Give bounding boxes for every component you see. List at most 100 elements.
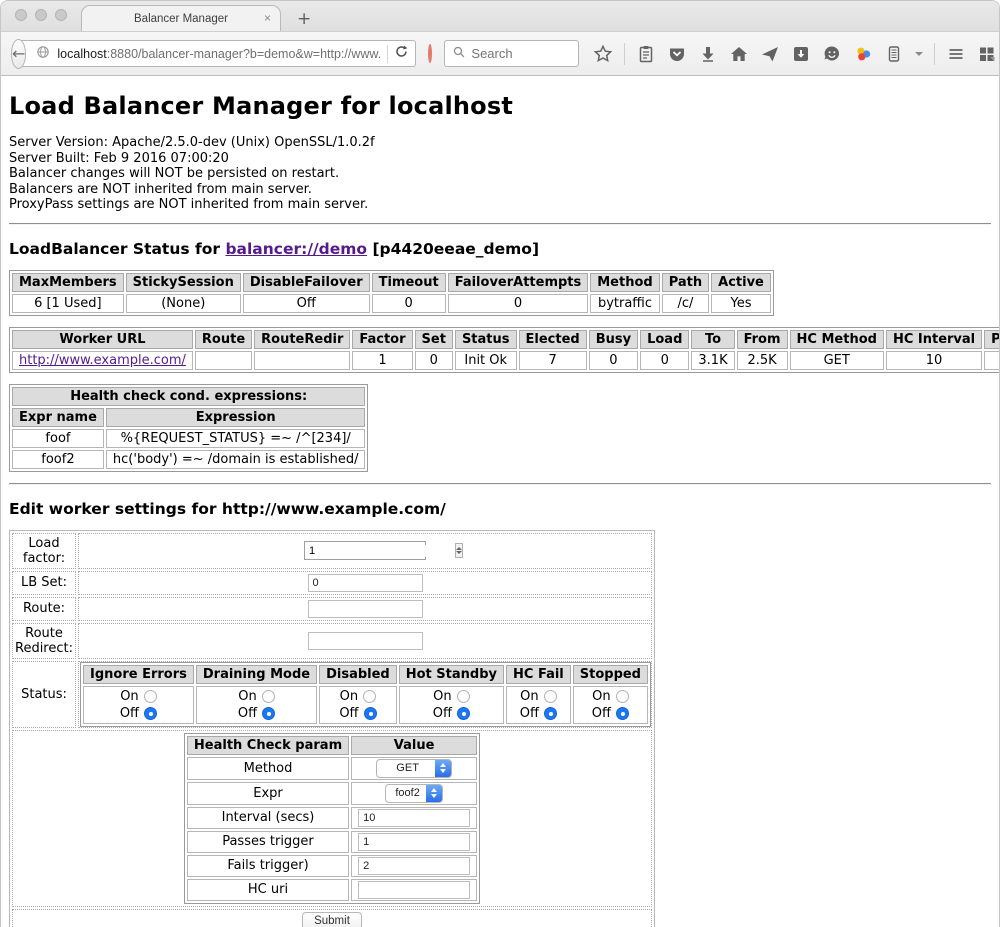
balancer-demo-link[interactable]: balancer://demo	[225, 240, 367, 258]
status-table: Ignore Errors Draining Mode Disabled Hot…	[80, 662, 651, 727]
health-check-cell: Health Check param Value Method GET Expr	[12, 730, 652, 907]
window-minimize-button[interactable]	[35, 9, 47, 21]
col-header: Method	[590, 273, 659, 292]
select-stepper-icon	[435, 760, 451, 777]
load-factor-input[interactable]	[305, 545, 455, 557]
hc-expr-cell: foof2	[351, 782, 477, 805]
send-icon[interactable]	[760, 44, 780, 64]
bookmark-star-icon[interactable]	[593, 44, 613, 64]
health-check-param-table: Health Check param Value Method GET Expr	[184, 733, 480, 904]
col-header: Route	[195, 330, 252, 349]
heading-prefix: LoadBalancer Status for	[9, 240, 225, 258]
submit-button[interactable]: Submit	[302, 912, 362, 927]
colors-extension-icon[interactable]	[853, 44, 873, 64]
radio-label: On	[520, 689, 538, 704]
back-button[interactable]: ←	[11, 39, 26, 69]
status-stopped: On Off	[573, 686, 648, 724]
url-divider	[387, 45, 388, 63]
url-bar[interactable]: localhost:8880/balancer-manager?b=demo&w…	[14, 40, 416, 67]
radio-on[interactable]	[457, 690, 470, 703]
radio-on[interactable]	[363, 690, 376, 703]
worker-url-link[interactable]: http://www.example.com/	[19, 353, 186, 368]
forum-smiley-icon[interactable]	[822, 44, 842, 64]
radio-off[interactable]	[262, 707, 275, 720]
selected-value: GET	[385, 762, 435, 774]
col-header: Load	[640, 330, 689, 349]
downloads-icon[interactable]	[698, 44, 718, 64]
status-radio-row: On Off On Off On Off	[83, 686, 648, 724]
col-header: To	[691, 330, 734, 349]
tiles-extension-icon[interactable]	[977, 44, 997, 64]
route-redirect-label: Route Redirect:	[12, 623, 76, 659]
col-header: Active	[711, 273, 771, 292]
hc-method-cell: GET	[351, 757, 477, 780]
hc-fails-cell	[351, 855, 477, 877]
plugin-blocked-icon[interactable]	[428, 44, 432, 63]
hc-interval-input[interactable]	[358, 809, 470, 827]
col-header: MaxMembers	[12, 273, 124, 292]
cell: 7	[519, 351, 587, 370]
col-header: RouteRedir	[254, 330, 350, 349]
table-row: 6 [1 Used] (None) Off 0 0 bytraffic /c/ …	[12, 294, 771, 313]
chevron-down-icon[interactable]	[915, 52, 923, 56]
radio-off[interactable]	[616, 707, 629, 720]
cell: GET	[790, 351, 884, 370]
hc-uri-input[interactable]	[358, 881, 470, 899]
col-header: Draining Mode	[196, 665, 317, 684]
radio-off[interactable]	[364, 707, 377, 720]
radio-label: Off	[120, 706, 139, 721]
search-input[interactable]	[471, 46, 571, 61]
tab-close-icon[interactable]: ×	[264, 11, 271, 25]
radio-label: Off	[433, 706, 452, 721]
divider	[9, 483, 991, 485]
radio-on[interactable]	[262, 690, 275, 703]
hc-fails-input[interactable]	[358, 857, 470, 875]
pocket-icon[interactable]	[667, 44, 687, 64]
hc-method-label: Method	[187, 757, 349, 780]
hc-passes-cell	[351, 831, 477, 853]
divider	[9, 223, 991, 225]
loadbalancer-status-heading: LoadBalancer Status for balancer://demo …	[9, 240, 991, 258]
route-redirect-cell	[78, 623, 652, 659]
cell: 0	[640, 351, 689, 370]
health-check-expressions-table: Health check cond. expressions: Expr nam…	[9, 384, 368, 472]
radio-on[interactable]	[544, 690, 557, 703]
radio-off[interactable]	[457, 707, 470, 720]
home-icon[interactable]	[729, 44, 749, 64]
window-close-button[interactable]	[15, 9, 27, 21]
search-bar[interactable]	[444, 40, 579, 67]
reading-list-icon[interactable]	[636, 44, 656, 64]
form-row-lb-set: LB Set:	[12, 571, 652, 595]
radio-off[interactable]	[544, 707, 557, 720]
browser-window: Balancer Manager × + ← localhost:8880/ba…	[0, 0, 1000, 927]
site-identity-globe-icon[interactable]	[35, 44, 51, 64]
col-header: Expression	[106, 408, 366, 427]
save-page-icon[interactable]	[791, 44, 811, 64]
radio-on[interactable]	[616, 690, 629, 703]
load-factor-label: Load factor:	[12, 533, 76, 569]
hc-passes-input[interactable]	[358, 833, 470, 851]
col-header: From	[737, 330, 788, 349]
radio-on[interactable]	[144, 690, 157, 703]
hc-uri-cell	[351, 879, 477, 901]
number-spinner[interactable]	[455, 543, 463, 558]
radio-off[interactable]	[144, 707, 157, 720]
window-zoom-button[interactable]	[55, 9, 67, 21]
status-ignore-errors: On Off	[83, 686, 194, 724]
tab-balancer-manager[interactable]: Balancer Manager ×	[81, 5, 281, 31]
menu-icon[interactable]	[946, 44, 966, 64]
url-text[interactable]: localhost:8880/balancer-manager?b=demo&w…	[57, 47, 381, 61]
form-row-load-factor: Load factor:	[12, 533, 652, 569]
hc-expr-select[interactable]: foof2	[385, 784, 443, 803]
server-info: Server Version: Apache/2.5.0-dev (Unix) …	[9, 135, 991, 213]
cell: Yes	[711, 294, 771, 313]
container-extension-icon[interactable]	[884, 44, 904, 64]
reload-icon[interactable]	[394, 44, 409, 63]
route-redirect-input[interactable]	[308, 632, 423, 650]
new-tab-button[interactable]: +	[297, 11, 311, 28]
route-input[interactable]	[308, 600, 423, 618]
hc-method-select[interactable]: GET	[376, 759, 452, 778]
table-header-row: MaxMembers StickySession DisableFailover…	[12, 273, 771, 292]
cell: (None)	[126, 294, 241, 313]
lb-set-input[interactable]	[308, 574, 423, 592]
